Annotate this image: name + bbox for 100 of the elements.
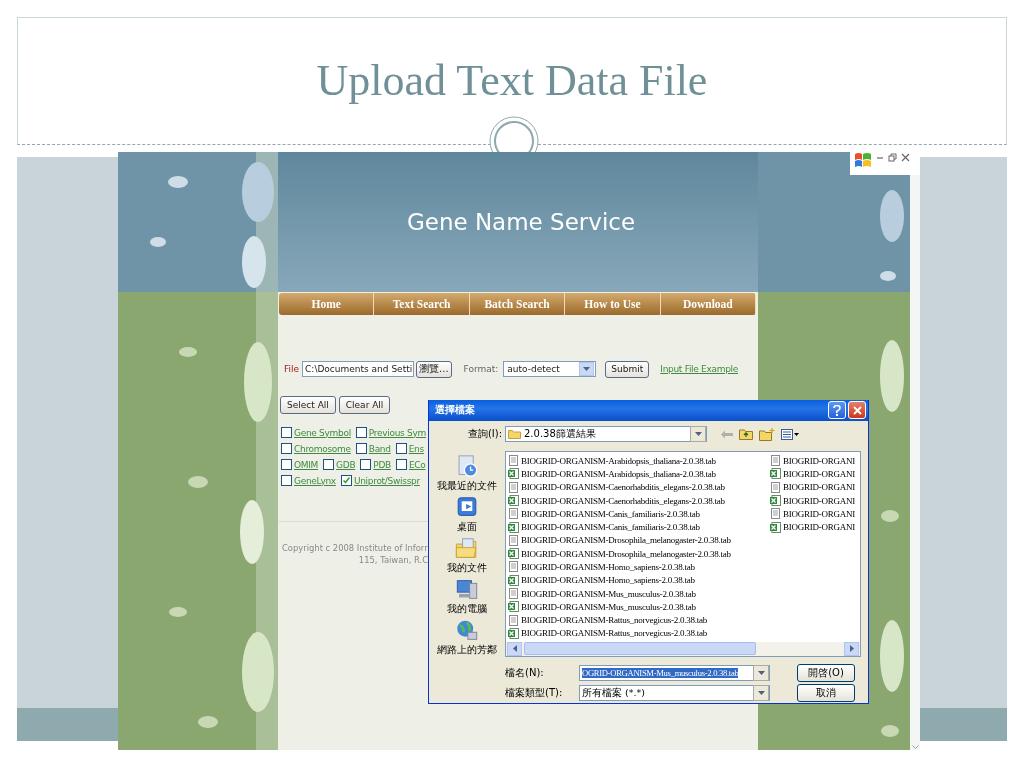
checkbox[interactable] [281,459,292,470]
places-item[interactable]: 我最近的文件 [437,478,497,493]
file-item[interactable]: BIOGRID-ORGANI [783,482,855,493]
open-button[interactable]: 開啓(O) [797,663,855,682]
file-item[interactable]: BIOGRID-ORGANISM-Mus_musculus-2.0.38.tab [521,588,696,599]
example-link[interactable]: Input File Example [660,364,739,374]
field-link[interactable]: Previous Sym [368,427,426,438]
right-arrow-icon [849,645,854,653]
new-folder-icon[interactable] [759,427,775,441]
select-button[interactable]: Select All [280,396,336,414]
spreadsheet-file-icon [770,468,781,480]
restore-icon[interactable] [888,152,897,162]
text-file-icon [508,588,519,600]
filename-label: 檔名(N): [505,665,545,680]
windows-logo-icon [854,152,872,168]
format-select[interactable]: auto-detect [503,361,597,377]
field-link[interactable]: Chromosome [294,443,351,454]
dropdown-button[interactable] [753,664,769,681]
slide-title: Upload Text Data File [316,56,708,106]
file-item[interactable]: BIOGRID-ORGANISM-Drosophila_melanogaster-2.0.38.tab [521,548,731,559]
cancel-button[interactable]: 取消 [797,684,855,703]
field-link[interactable]: GeneLynx [294,475,336,486]
dropdown-arrow-icon [757,670,765,675]
checkbox[interactable] [355,443,367,454]
file-item[interactable]: BIOGRID-ORGANI [783,468,855,479]
horizontal-scrollbar[interactable] [506,641,860,656]
checkbox[interactable] [340,475,352,486]
places-item[interactable]: 網路上的芳鄰 [437,642,497,657]
places-item[interactable]: 我的文件 [447,560,487,575]
dropdown-arrow-icon [694,432,702,437]
help-button[interactable] [828,401,846,420]
close-icon[interactable] [901,152,910,162]
file-item[interactable]: BIOGRID-ORGANI [783,455,855,466]
spreadsheet-file-icon [770,521,781,533]
close-button[interactable] [848,401,866,420]
dropdown-button[interactable] [579,362,595,376]
field-link[interactable]: Band [368,443,391,454]
field-link[interactable]: Ens [408,443,424,454]
dropdown-arrow-icon [757,691,765,696]
checkbox[interactable] [355,427,367,438]
places-item[interactable]: 我的電腦 [447,601,487,616]
checkbox[interactable] [360,459,372,470]
text-file-icon [770,455,781,467]
site-title: Gene Name Service [406,209,636,235]
file-item[interactable]: BIOGRID-ORGANI [783,508,855,519]
file-item[interactable]: BIOGRID-ORGANISM-Arabidopsis_thaliana-2.0.38.tab [521,468,716,479]
file-item[interactable]: BIOGRID-ORGANISM-Homo_sapiens-2.0.38.tab [521,562,695,572]
dropdown-arrow-icon [583,367,591,371]
up-folder-icon[interactable] [739,428,753,441]
checkbox[interactable] [395,459,407,470]
selected-filename: OGRID-ORGANISM-Mus_musculus-2.0.38.tab [582,667,739,678]
vertical-scrollbar[interactable] [910,175,920,750]
file-item[interactable]: BIOGRID-ORGANISM-Caenorhabditis_elegans-2.0.38.tab [521,482,725,493]
checkbox[interactable] [281,443,292,454]
dropdown-button[interactable] [690,426,706,443]
file-item[interactable]: BIOGRID-ORGANISM-Canis_familiaris-2.0.38.tab [521,522,700,533]
view-menu-icon[interactable] [781,428,799,440]
scroll-left-button[interactable] [507,641,522,656]
file-item[interactable]: BIOGRID-ORGANI [783,495,855,506]
field-link[interactable]: GDB [336,459,356,470]
file-item[interactable]: BIOGRID-ORGANISM-Drosophila_melanogaster-2.0.38.tab [521,535,731,546]
file-item[interactable]: BIOGRID-ORGANISM-Homo_sapiens-2.0.38.tab [521,575,695,586]
folder-icon [508,429,521,440]
select-button[interactable]: Clear All [338,396,391,414]
file-item[interactable]: BIOGRID-ORGANISM-Caenorhabditis_elegans-2.0.38.tab [521,495,725,506]
file-type-label: 檔案類型(T): [505,686,564,701]
checkbox[interactable] [395,443,407,454]
file-item[interactable]: BIOGRID-ORGANISM-Mus_musculus-2.0.38.tab [521,601,696,612]
look-in-label: 查詢(I): [466,427,503,442]
spreadsheet-file-icon [508,574,519,586]
places-item[interactable]: 桌面 [457,519,477,534]
dropdown-button[interactable] [753,685,769,702]
field-link[interactable]: ECo [408,459,426,470]
field-link[interactable]: OMIM [294,459,319,470]
field-link[interactable]: Uniprot/Swisspr [353,475,420,486]
file-item[interactable]: BIOGRID-ORGANISM-Rattus_norvegicus-2.0.38.tab [521,615,707,626]
file-item[interactable]: BIOGRID-ORGANISM-Arabidopsis_thaliana-2.0.38.tab [521,455,716,466]
checkbox[interactable] [323,459,335,470]
spreadsheet-file-icon [508,627,519,639]
checkbox[interactable] [281,427,292,438]
look-in-dropdown[interactable]: 2.0.38篩選結果 [505,426,707,443]
text-file-icon [508,455,519,467]
scroll-right-button[interactable] [844,641,859,656]
scroll-thumb[interactable] [524,642,756,656]
checkbox[interactable] [281,475,292,486]
file-path-field[interactable]: C:\Documents and Setti [302,361,415,377]
filename-field[interactable]: OGRID-ORGANISM-Mus_musculus-2.0.38.tab [579,664,770,681]
question-icon [833,404,841,416]
file-item[interactable]: BIOGRID-ORGANISM-Rattus_norvegicus-2.0.38.tab [521,628,707,639]
text-file-icon [508,481,519,493]
browse-button[interactable]: 瀏覽... [416,360,452,378]
text-file-icon [770,481,781,493]
field-link[interactable]: Gene Symbol [294,427,351,438]
file-item[interactable]: BIOGRID-ORGANI [783,522,855,533]
file-type-dropdown[interactable]: 所有檔案 (*.*) [579,685,770,702]
file-label: File [284,364,300,374]
copyright-text: 115, Taiwan, R.C [357,554,428,566]
submit-button[interactable]: Submit [605,360,650,378]
file-item[interactable]: BIOGRID-ORGANISM-Canis_familiaris-2.0.38.tab [521,508,700,519]
field-link[interactable]: PDB [373,459,391,470]
